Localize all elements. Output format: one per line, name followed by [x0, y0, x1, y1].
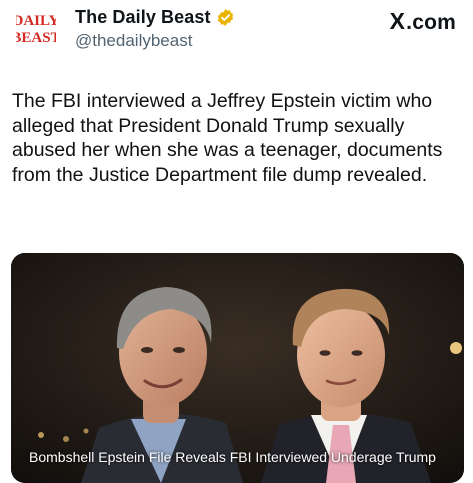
daily-beast-logo-avatar[interactable]: DAILY BEAST — [16, 10, 56, 46]
display-name[interactable]: The Daily Beast — [75, 7, 211, 28]
post-header: DAILY BEAST The Daily Beast @thedailybea… — [0, 0, 473, 60]
account-handle[interactable]: @thedailybeast — [75, 31, 192, 51]
logo-line2: BEAST — [16, 30, 56, 46]
platform-suffix: .com — [406, 11, 456, 34]
media-caption[interactable]: Bombshell Epstein File Reveals FBI Inter… — [11, 449, 464, 469]
x-logo-icon: X — [389, 8, 406, 34]
verified-badge-icon — [216, 8, 235, 27]
post-media-photo[interactable]: Bombshell Epstein File Reveals FBI Inter… — [11, 253, 464, 483]
name-row: The Daily Beast — [75, 7, 235, 28]
post-text: The FBI interviewed a Jeffrey Epstein vi… — [12, 90, 443, 186]
logo-line1: DAILY — [16, 13, 56, 29]
platform-watermark: X.com — [390, 8, 456, 35]
